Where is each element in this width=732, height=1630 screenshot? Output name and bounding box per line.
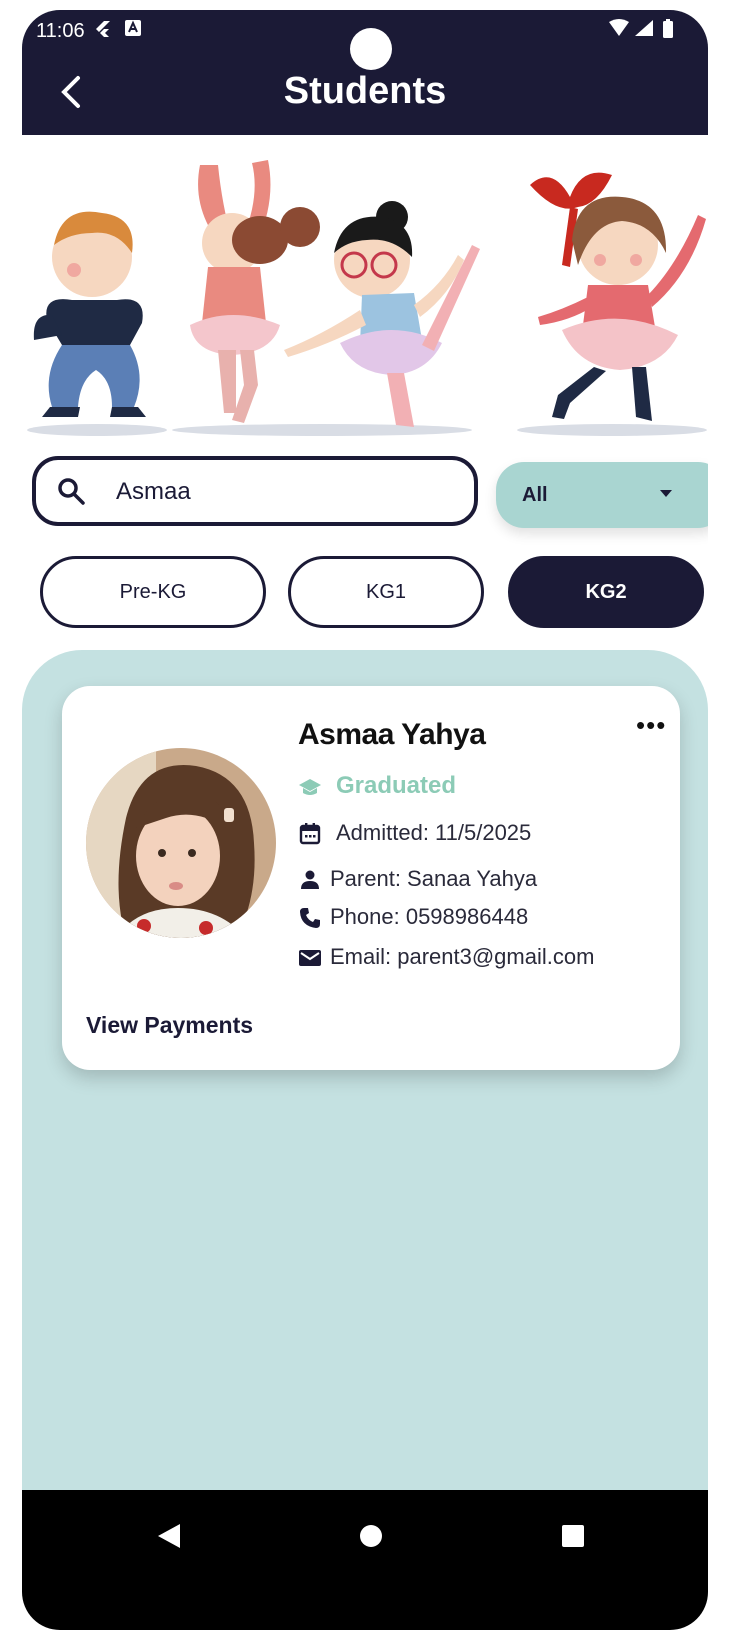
filter-selected-label: All bbox=[522, 484, 548, 506]
status-label: Graduated bbox=[336, 772, 457, 799]
search-input[interactable] bbox=[114, 474, 458, 510]
battery-icon bbox=[662, 19, 674, 45]
notification-icon bbox=[124, 19, 142, 43]
nav-recents-icon[interactable] bbox=[560, 1522, 586, 1550]
page-title: Students bbox=[283, 70, 447, 112]
wifi-icon bbox=[608, 19, 630, 43]
chip-pre-kg[interactable]: Pre-KG bbox=[40, 556, 266, 628]
flutter-icon bbox=[92, 19, 112, 45]
phone-text: Phone: 0598986448 bbox=[330, 904, 529, 929]
signal-icon bbox=[634, 19, 654, 43]
chip-label: KG2 bbox=[585, 581, 627, 603]
more-options-button[interactable]: ••• bbox=[636, 710, 666, 741]
camera-cutout bbox=[350, 28, 392, 70]
caret-down-icon bbox=[660, 490, 672, 497]
ballerina-figure bbox=[190, 160, 320, 423]
person-icon bbox=[301, 870, 319, 889]
chip-label: Pre-KG bbox=[119, 581, 187, 603]
student-name: Asmaa Yahya bbox=[298, 718, 486, 751]
boy-figure bbox=[33, 211, 146, 417]
system-nav-bar bbox=[22, 1490, 708, 1630]
chip-kg2[interactable]: KG2 bbox=[508, 556, 704, 628]
chip-label: KG1 bbox=[365, 581, 407, 603]
phone-screen: 11:06 Students Asmaa All Pre-KG KG1 KG2 … bbox=[22, 10, 708, 1630]
admitted-text: Admitted: 11/5/2025 bbox=[336, 820, 532, 845]
mail-icon bbox=[299, 950, 321, 966]
parent-text: Parent: Sanaa Yahya bbox=[330, 866, 538, 891]
girl-with-bow-figure bbox=[530, 172, 706, 421]
search-box[interactable] bbox=[32, 456, 478, 526]
nav-back-icon[interactable] bbox=[156, 1522, 182, 1550]
calendar-icon bbox=[299, 823, 321, 845]
graduation-cap-icon bbox=[299, 779, 321, 795]
chip-kg1[interactable]: KG1 bbox=[288, 556, 484, 628]
phone-icon bbox=[300, 908, 320, 928]
status-time: 11:06 bbox=[36, 20, 85, 42]
app-header: 11:06 Students bbox=[22, 10, 708, 135]
student-card[interactable]: Asmaa Yahya ••• Graduated Admitted: 11/5… bbox=[62, 686, 680, 1070]
search-icon bbox=[58, 478, 85, 505]
filter-dropdown[interactable]: All bbox=[496, 462, 708, 528]
student-avatar bbox=[86, 748, 276, 938]
more-icon: ••• bbox=[636, 710, 667, 740]
email-text: Email: parent3@gmail.com bbox=[330, 944, 595, 969]
nav-home-icon[interactable] bbox=[358, 1522, 384, 1550]
dancing-children-illustration bbox=[22, 145, 708, 445]
view-payments-button[interactable]: View Payments bbox=[86, 1012, 253, 1039]
